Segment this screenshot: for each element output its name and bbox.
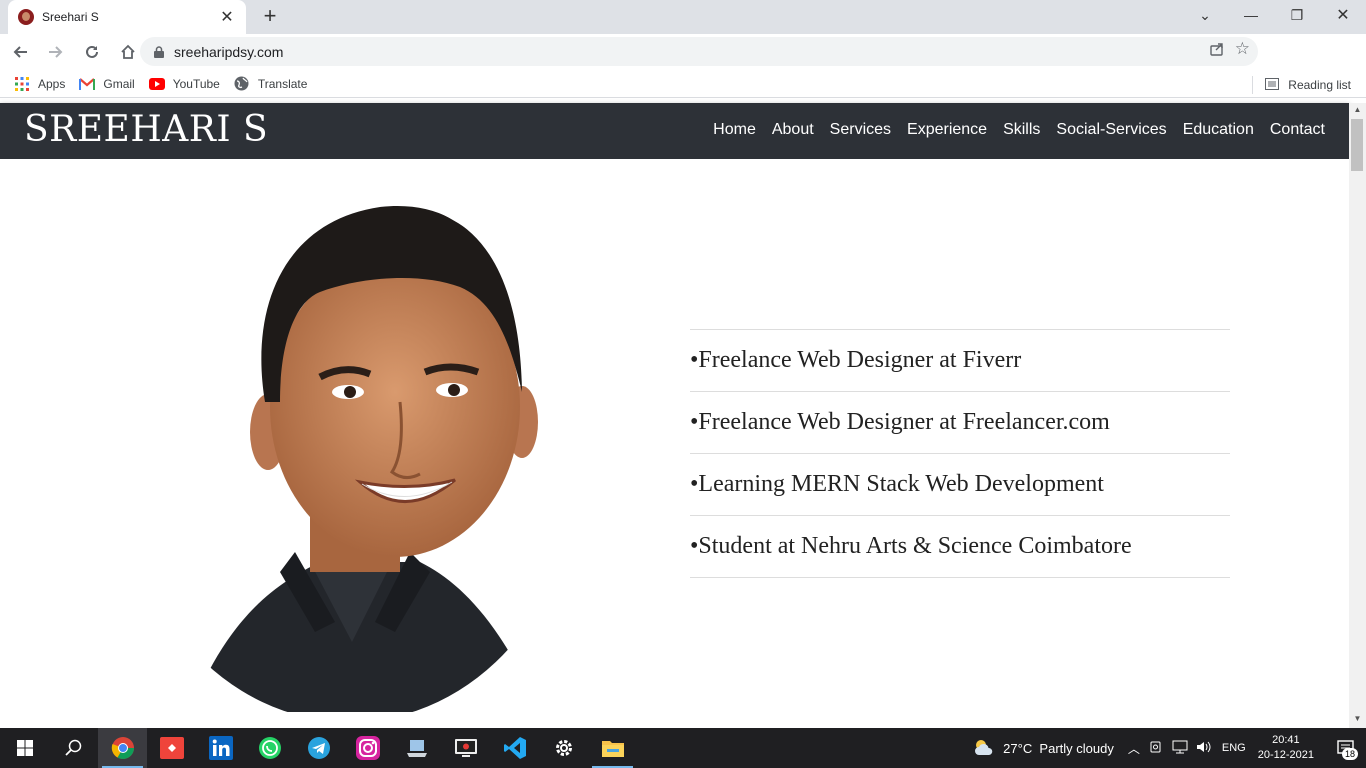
anydesk-icon[interactable] <box>147 728 196 768</box>
start-icon[interactable] <box>0 728 49 768</box>
bookmark-star-icon[interactable]: ☆ <box>1235 40 1250 60</box>
browser-toolbar: sreeharipdsy.com ☆ ⋮ <box>0 34 1366 96</box>
reload-button[interactable] <box>76 36 108 68</box>
minimize-button[interactable]: — <box>1228 0 1274 30</box>
clock-date: 20-12-2021 <box>1257 749 1314 761</box>
chrome-icon[interactable] <box>98 728 147 768</box>
telegram-icon[interactable] <box>294 728 343 768</box>
apps-grid-icon <box>14 76 30 92</box>
weather-icon[interactable] <box>973 738 995 759</box>
meet-now-icon[interactable] <box>1150 740 1164 757</box>
search-icon[interactable] <box>49 728 98 768</box>
nav-skills[interactable]: Skills <box>1003 121 1040 139</box>
new-tab-button[interactable]: + <box>258 5 282 29</box>
close-tab-icon[interactable]: ✕ <box>218 7 236 27</box>
scroll-up-arrow-icon[interactable]: ▲ <box>1349 105 1366 119</box>
nav-services[interactable]: Services <box>830 121 891 139</box>
site-favicon-icon <box>18 9 34 25</box>
nav-social-services[interactable]: Social-Services <box>1056 121 1166 139</box>
whatsapp-icon[interactable] <box>245 728 294 768</box>
reading-list-icon <box>1265 77 1280 93</box>
lock-icon[interactable] <box>152 45 166 58</box>
site-navbar: SREEHARI S Home About Services Experienc… <box>0 103 1349 159</box>
restore-button[interactable]: ❐ <box>1274 0 1320 30</box>
network-icon[interactable] <box>1172 740 1188 757</box>
bookmark-label: Apps <box>38 76 66 91</box>
scrollbar-thumb[interactable] <box>1351 119 1363 171</box>
site-brand[interactable]: SREEHARI S <box>24 109 268 150</box>
list-item: •Freelance Web Designer at Freelancer.co… <box>690 392 1230 454</box>
profile-photo <box>120 192 580 722</box>
vscode-icon[interactable] <box>490 728 539 768</box>
gmail-icon <box>79 76 96 92</box>
reading-list-button[interactable]: Reading list <box>1252 76 1351 94</box>
globe-icon <box>234 76 250 92</box>
chevron-up-icon[interactable]: ︿ <box>1128 740 1140 757</box>
nav-education[interactable]: Education <box>1183 121 1254 139</box>
bookmark-label: YouTube <box>172 76 220 91</box>
divider <box>1252 76 1254 94</box>
back-button[interactable] <box>4 36 36 68</box>
page-scrollbar[interactable]: ▲ ▼ <box>1349 103 1366 728</box>
linkedin-icon[interactable] <box>196 728 245 768</box>
computer-icon[interactable] <box>392 728 441 768</box>
browser-tab[interactable]: Sreehari S ✕ <box>8 0 246 34</box>
clock-time: 20:41 <box>1272 734 1300 746</box>
bookmark-gmail[interactable]: Gmail <box>79 76 135 92</box>
bookmark-apps[interactable]: Apps <box>14 76 65 92</box>
reading-list-label: Reading list <box>1288 78 1351 92</box>
notifications-icon[interactable]: 18 <box>1326 740 1366 760</box>
nav-about[interactable]: About <box>772 121 814 139</box>
nav-home[interactable]: Home <box>713 121 756 139</box>
file-explorer-icon[interactable] <box>588 728 637 768</box>
system-tray: 27°C Partly cloudy ︿ ENG 20:41 20-12-202… <box>973 728 1366 768</box>
youtube-icon <box>148 76 165 92</box>
hero-section: •Freelance Web Designer at Fiverr •Freel… <box>0 159 1349 728</box>
scroll-down-arrow-icon[interactable]: ▼ <box>1349 714 1366 728</box>
list-item: •Learning MERN Stack Web Development <box>690 454 1230 516</box>
language-indicator[interactable]: ENG <box>1222 742 1246 754</box>
address-bar[interactable]: sreeharipdsy.com ☆ <box>140 37 1258 66</box>
weather-text[interactable]: 27°C Partly cloudy <box>1003 741 1114 756</box>
bookmark-youtube[interactable]: YouTube <box>148 76 220 92</box>
list-item: •Freelance Web Designer at Fiverr <box>690 330 1230 392</box>
screen-recorder-icon[interactable] <box>441 728 490 768</box>
windows-taskbar: 27°C Partly cloudy ︿ ENG 20:41 20-12-202… <box>0 728 1366 768</box>
bookmark-label: Translate <box>257 76 308 91</box>
share-icon[interactable] <box>1209 41 1225 60</box>
tab-search-chevron-icon[interactable]: ⌄ <box>1182 0 1228 30</box>
tab-strip: Sreehari S ✕ + ⌄ — ❐ ✕ <box>0 0 1366 34</box>
settings-icon[interactable] <box>539 728 588 768</box>
instagram-icon[interactable] <box>343 728 392 768</box>
nav-contact[interactable]: Contact <box>1270 121 1325 139</box>
bookmark-translate[interactable]: Translate <box>234 76 308 92</box>
tab-title: Sreehari S <box>42 10 99 24</box>
url-text: sreeharipdsy.com <box>174 43 284 60</box>
nav-experience[interactable]: Experience <box>907 121 987 139</box>
list-item: •Student at Nehru Arts & Science Coimbat… <box>690 516 1230 578</box>
notification-count-badge: 18 <box>1341 748 1358 760</box>
system-clock[interactable]: 20:41 20-12-2021 <box>1258 733 1314 763</box>
forward-button[interactable] <box>40 36 72 68</box>
bookmarks-bar: Apps Gmail YouTube Translate Reading lis… <box>0 70 1366 98</box>
bookmark-label: Gmail <box>103 76 135 91</box>
roles-list: •Freelance Web Designer at Fiverr •Freel… <box>690 329 1230 578</box>
close-window-button[interactable]: ✕ <box>1320 0 1366 30</box>
volume-icon[interactable] <box>1196 740 1212 757</box>
nav-links: Home About Services Experience Skills So… <box>713 121 1325 139</box>
